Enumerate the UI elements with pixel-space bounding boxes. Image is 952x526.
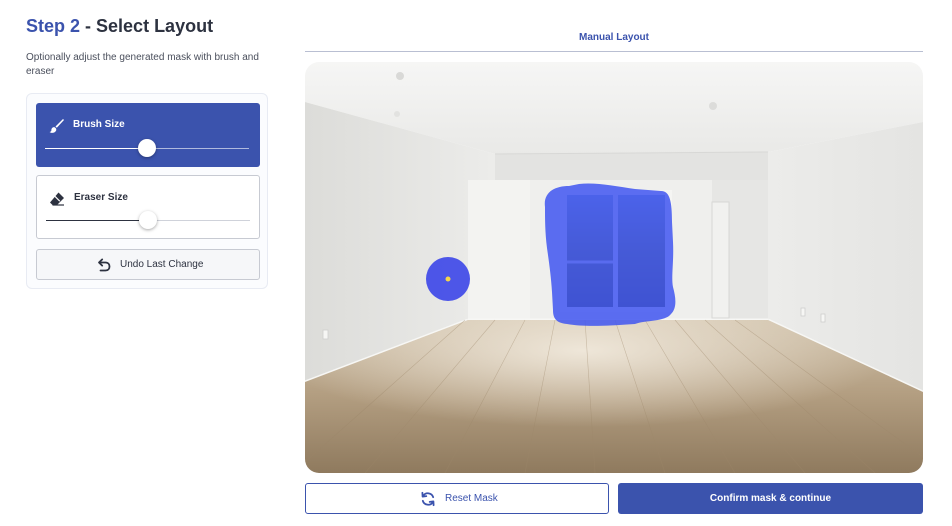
brush-tool[interactable]: Brush Size bbox=[36, 103, 260, 167]
brush-size-label: Brush Size bbox=[73, 119, 125, 130]
page-subtitle: Optionally adjust the generated mask wit… bbox=[26, 52, 259, 77]
brush-icon bbox=[49, 119, 64, 133]
title-separator: - bbox=[80, 16, 97, 36]
slider-fill bbox=[46, 220, 148, 221]
divider bbox=[305, 51, 923, 52]
slider-fill bbox=[45, 148, 147, 149]
title-text: Select Layout bbox=[96, 16, 214, 36]
brush-cursor-center bbox=[445, 276, 451, 282]
reset-mask-label: Reset Mask bbox=[445, 493, 498, 504]
mask-canvas[interactable] bbox=[305, 62, 923, 473]
eraser-tool[interactable]: Eraser Size bbox=[36, 175, 260, 239]
eraser-size-slider[interactable] bbox=[46, 210, 250, 232]
undo-icon bbox=[98, 258, 111, 272]
page-title: Step 2 - Select Layout bbox=[26, 16, 213, 37]
room-image bbox=[305, 62, 923, 473]
refresh-icon bbox=[421, 491, 435, 507]
reset-mask-button[interactable]: Reset Mask bbox=[305, 483, 609, 514]
canvas-title: Manual Layout bbox=[578, 32, 649, 43]
confirm-mask-button[interactable]: Confirm mask & continue bbox=[618, 483, 923, 514]
brush-size-slider[interactable] bbox=[45, 138, 249, 160]
eraser-size-label: Eraser Size bbox=[74, 192, 128, 203]
slider-thumb[interactable] bbox=[138, 139, 156, 157]
eraser-icon bbox=[50, 192, 64, 206]
layout-mask bbox=[544, 183, 676, 326]
tool-panel: Brush Size Eraser Size Undo Last Change bbox=[26, 93, 268, 289]
step-label: Step 2 bbox=[26, 16, 81, 36]
slider-thumb[interactable] bbox=[139, 211, 157, 229]
undo-label: Undo Last Change bbox=[120, 259, 204, 270]
undo-button[interactable]: Undo Last Change bbox=[36, 249, 260, 280]
